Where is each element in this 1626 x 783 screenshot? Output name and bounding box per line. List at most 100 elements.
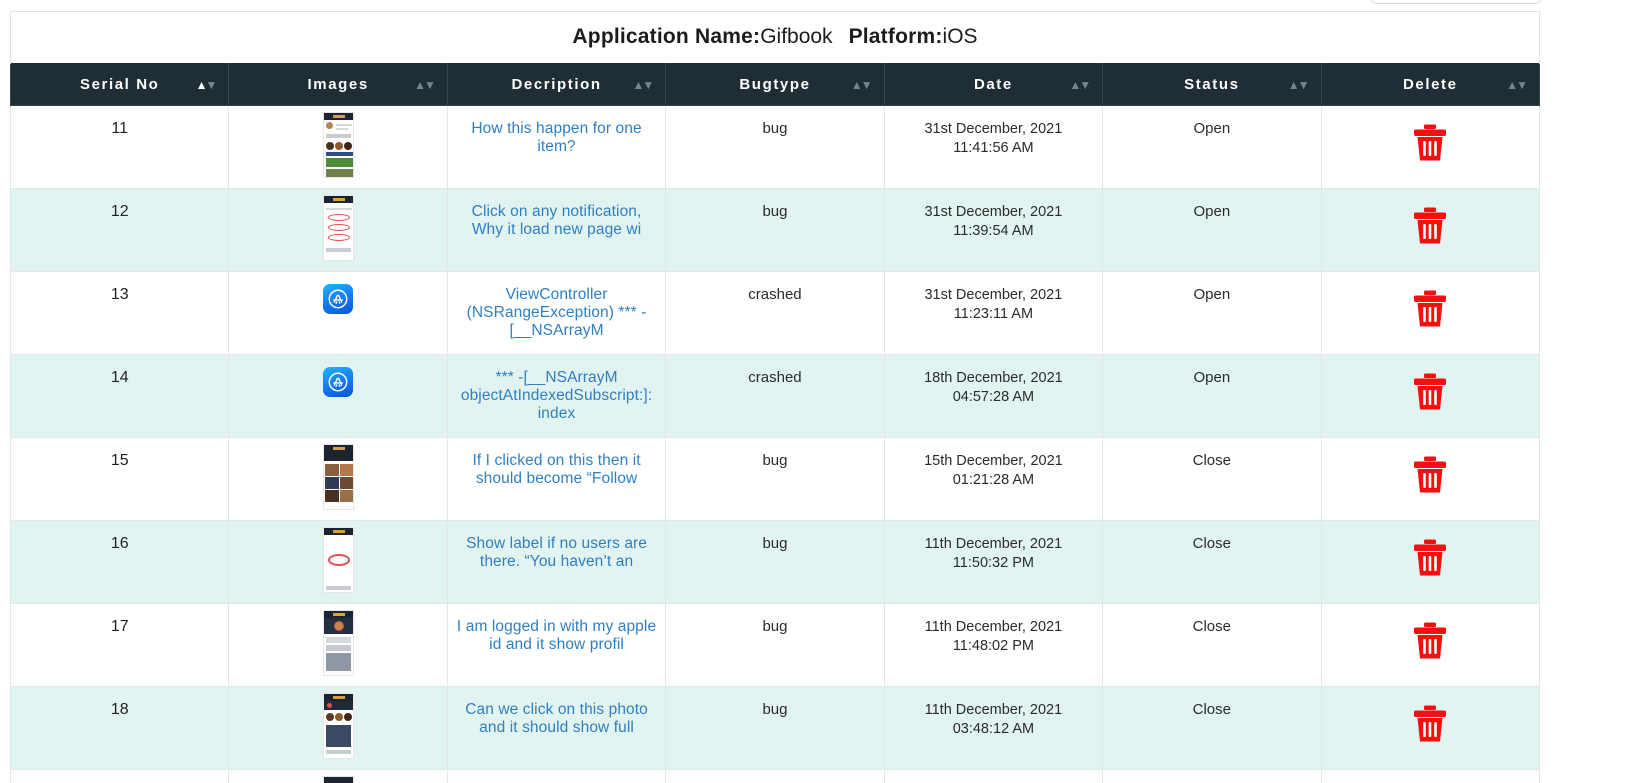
- cell-image[interactable]: [228, 437, 448, 521]
- cell-decription: How this happen for one item?: [446, 105, 667, 189]
- application-name-label: Application Name:: [572, 25, 761, 48]
- column-header-status[interactable]: Status ▲ ▼: [1102, 63, 1322, 106]
- column-label-status: Status: [1184, 76, 1240, 93]
- delete-icon[interactable]: [1413, 207, 1447, 245]
- cell-delete[interactable]: [1320, 437, 1541, 521]
- cell-image[interactable]: [228, 769, 448, 783]
- table-row: 11 How this happen for one item? bug 31st D…: [9, 105, 1541, 189]
- platform-value: iOS: [942, 25, 978, 48]
- table-row: 19 How can we update this name?bug08th De…: [9, 769, 1541, 783]
- decription-link[interactable]: Show label if no users are there. “You h…: [466, 535, 647, 570]
- cell-date: 11th December, 2021 11:48:02 PM: [883, 603, 1104, 687]
- sort-both-icon-bugtype[interactable]: ▲ ▼: [851, 79, 873, 91]
- cell-bugtype: bug: [665, 520, 885, 604]
- cell-serial-no: 12: [9, 188, 230, 272]
- cell-image[interactable]: [228, 354, 448, 438]
- delete-icon[interactable]: [1413, 622, 1447, 660]
- table-row: 13 ViewController (NSRangeException) *** …: [9, 271, 1541, 355]
- sort-both-icon-status[interactable]: ▲ ▼: [1288, 79, 1310, 91]
- cell-date: 08th December, 2021 03:05:02 AM: [883, 769, 1104, 783]
- cell-image[interactable]: [228, 188, 448, 272]
- cell-bugtype: bug: [665, 769, 885, 783]
- sort-asc-icon[interactable]: ▲ ▼: [196, 79, 218, 91]
- cell-decription: Can we click on this photo and it should…: [446, 686, 667, 770]
- bug-table: Application Name:Gifbook Platform:iOS Ser…: [9, 11, 1541, 783]
- cell-serial-no: 18: [9, 686, 230, 770]
- column-header-decription[interactable]: Decription ▲ ▼: [446, 63, 667, 106]
- cell-image[interactable]: [228, 686, 448, 770]
- cell-serial-no: 13: [9, 271, 230, 355]
- table-row: 16 Show label if no users are there. “You…: [9, 520, 1541, 604]
- decription-link[interactable]: Click on any notification, Why it load n…: [472, 203, 642, 238]
- cell-bugtype: bug: [665, 188, 885, 272]
- column-header-delete[interactable]: Delete ▲ ▼: [1320, 63, 1541, 106]
- sort-both-icon-decription[interactable]: ▲ ▼: [632, 79, 654, 91]
- sort-both-icon-date[interactable]: ▲ ▼: [1069, 79, 1091, 91]
- decription-link[interactable]: *** -[__NSArrayM objectAtIndexedSubscrip…: [461, 369, 652, 422]
- decription-link[interactable]: How this happen for one item?: [471, 120, 641, 155]
- screenshot-thumbnail[interactable]: [322, 195, 354, 261]
- decription-link[interactable]: ViewController (NSRangeException) *** -[…: [467, 286, 647, 339]
- bug-table-container: Application Name:Gifbook Platform:iOS Ser…: [9, 11, 1541, 783]
- cell-image[interactable]: [228, 520, 448, 604]
- cell-serial-no: 17: [9, 603, 230, 687]
- screenshot-thumbnail[interactable]: [322, 112, 354, 178]
- cell-delete[interactable]: [1320, 769, 1541, 783]
- cell-decription: If I clicked on this then it should beco…: [446, 437, 667, 521]
- application-name-value: Gifbook: [760, 25, 833, 48]
- cell-bugtype: bug: [665, 105, 885, 189]
- delete-icon[interactable]: [1413, 373, 1447, 411]
- screenshot-thumbnail[interactable]: [322, 444, 354, 510]
- screenshot-thumbnail[interactable]: [322, 527, 354, 593]
- delete-icon[interactable]: [1413, 124, 1447, 162]
- cell-delete[interactable]: [1320, 686, 1541, 770]
- cell-status: Open: [1102, 271, 1322, 355]
- cell-image[interactable]: [228, 105, 448, 189]
- column-label-delete: Delete: [1402, 76, 1458, 93]
- table-header: Application Name:Gifbook Platform:iOS Ser…: [9, 11, 1541, 106]
- cell-date: 31st December, 2021 11:41:56 AM: [883, 105, 1104, 189]
- cell-status: Open: [1102, 188, 1322, 272]
- cell-decription: How can we update this name?: [446, 769, 667, 783]
- cell-image[interactable]: [228, 271, 448, 355]
- cell-delete[interactable]: [1320, 188, 1541, 272]
- cell-image[interactable]: [228, 603, 448, 687]
- cell-bugtype: crashed: [665, 271, 885, 355]
- cell-delete[interactable]: [1320, 603, 1541, 687]
- app-store-icon: [323, 284, 354, 314]
- cell-decription: Click on any notification, Why it load n…: [446, 188, 667, 272]
- column-label-serial-no: Serial No: [79, 76, 160, 93]
- cell-status: Close: [1102, 769, 1322, 783]
- delete-icon[interactable]: [1413, 290, 1447, 328]
- cell-bugtype: bug: [665, 603, 885, 687]
- delete-icon[interactable]: [1413, 705, 1447, 743]
- cell-serial-no: 14: [9, 354, 230, 438]
- search-input-stub[interactable]: [1371, 0, 1541, 4]
- cell-date: 31st December, 2021 11:39:54 AM: [883, 188, 1104, 272]
- cell-delete[interactable]: [1320, 520, 1541, 604]
- cell-status: Open: [1102, 105, 1322, 189]
- column-header-row: Serial No ▲ ▼ Images ▲ ▼ Decription ▲ ▼ …: [9, 63, 1541, 106]
- decription-link[interactable]: I am logged in with my apple id and it s…: [457, 618, 656, 653]
- cell-status: Close: [1102, 437, 1322, 521]
- screenshot-thumbnail[interactable]: [322, 776, 354, 783]
- column-header-serial-no[interactable]: Serial No ▲ ▼: [9, 63, 230, 106]
- cell-delete[interactable]: [1320, 354, 1541, 438]
- table-row: 15 If I clicked on this then it should be…: [9, 437, 1541, 521]
- sort-both-icon-delete[interactable]: ▲ ▼: [1506, 79, 1528, 91]
- screenshot-thumbnail[interactable]: [322, 693, 354, 759]
- cell-bugtype: bug: [665, 686, 885, 770]
- screenshot-thumbnail[interactable]: [322, 610, 354, 676]
- cell-status: Close: [1102, 686, 1322, 770]
- column-header-bugtype[interactable]: Bugtype ▲ ▼: [665, 63, 885, 106]
- column-header-images[interactable]: Images ▲ ▼: [228, 63, 448, 106]
- column-header-date[interactable]: Date ▲ ▼: [883, 63, 1104, 106]
- cell-delete[interactable]: [1320, 105, 1541, 189]
- delete-icon[interactable]: [1413, 539, 1447, 577]
- decription-link[interactable]: If I clicked on this then it should beco…: [472, 452, 640, 487]
- cell-delete[interactable]: [1320, 271, 1541, 355]
- sort-both-icon-images[interactable]: ▲ ▼: [414, 79, 436, 91]
- decription-link[interactable]: Can we click on this photo and it should…: [465, 701, 648, 736]
- page-root: Application Name:Gifbook Platform:iOS Ser…: [0, 0, 1626, 783]
- delete-icon[interactable]: [1413, 456, 1447, 494]
